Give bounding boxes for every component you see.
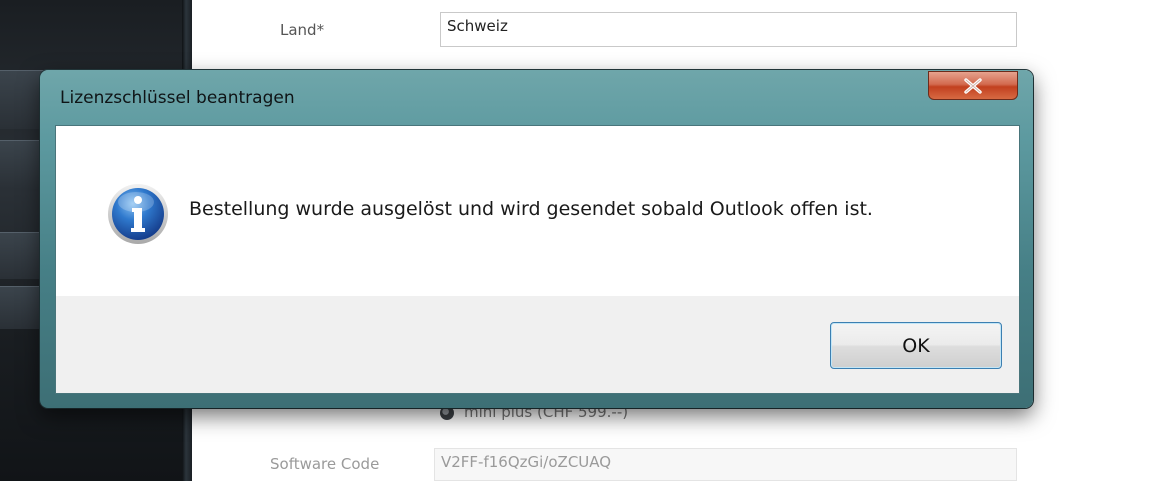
- dialog-content: Bestellung wurde ausgelöst und wird gese…: [56, 126, 1019, 296]
- dialog-body: Bestellung wurde ausgelöst und wird gese…: [55, 125, 1020, 394]
- land-field[interactable]: Schweiz: [440, 12, 1017, 47]
- dialog-message: Bestellung wurde ausgelöst und wird gese…: [189, 198, 873, 220]
- info-icon: [108, 184, 168, 244]
- dialog-title: Lizenzschlüssel beantragen: [60, 88, 295, 108]
- software-code-label: Software Code: [270, 455, 380, 473]
- software-code-field[interactable]: V2FF-f16QzGi/oZCUAQ: [434, 448, 1017, 481]
- screen: Land* Schweiz Software Code V2FF-f16QzGi…: [0, 0, 1176, 481]
- land-label: Land*: [280, 21, 325, 39]
- close-button[interactable]: [928, 71, 1018, 100]
- close-icon: [964, 77, 982, 94]
- message-dialog: Lizenzschlüssel beantragen Bestellung wu…: [40, 70, 1033, 408]
- ok-button[interactable]: OK: [830, 322, 1002, 369]
